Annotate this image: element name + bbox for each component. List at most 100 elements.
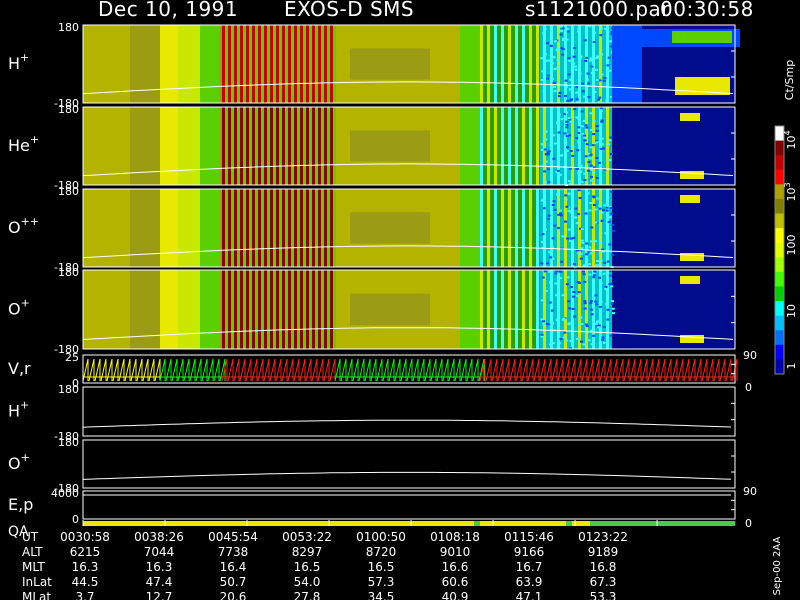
qa-bar-mark-2 bbox=[566, 521, 572, 526]
ephemeris-inlat-value-2: 47.4 bbox=[146, 575, 173, 589]
y-top-tick-4: 180 bbox=[58, 266, 79, 279]
panel-label-6: H+ bbox=[8, 399, 29, 421]
colorbar-cell-17 bbox=[775, 359, 784, 375]
colorbar-cell-12 bbox=[775, 286, 784, 302]
colorbar-cell-2 bbox=[775, 140, 784, 156]
y-top-tick-8: 4000 bbox=[51, 487, 79, 500]
ephemeris-mlt-value-8: 16.8 bbox=[590, 560, 617, 574]
colorbar-tick-1: 1 bbox=[785, 363, 798, 370]
spectrogram-panel-3 bbox=[82, 189, 735, 269]
y-top-tick-6: 180 bbox=[58, 383, 79, 396]
y-top-tick-7: 180 bbox=[58, 436, 79, 449]
ephemeris-ut-value-5: 0100:50 bbox=[356, 530, 406, 544]
ephemeris-inlat-value-4: 54.0 bbox=[294, 575, 321, 589]
colorbar-cell-8 bbox=[775, 228, 784, 244]
colorbar-cell-9 bbox=[775, 242, 784, 258]
colorbar-cell-13 bbox=[775, 301, 784, 317]
y-top-tick-3: 180 bbox=[58, 185, 79, 198]
colorbar-cell-10 bbox=[775, 257, 784, 273]
ephemeris-mlat-value-4: 27.8 bbox=[294, 590, 321, 600]
qa-bar-mark-1 bbox=[474, 521, 480, 526]
y-top-tick-1: 180 bbox=[58, 21, 79, 34]
y-top-tick-2: 180 bbox=[58, 103, 79, 116]
right-top-tick-8: 90 bbox=[743, 485, 757, 498]
ephemeris-mlat-value-2: 12.7 bbox=[146, 590, 173, 600]
ephemeris-mlat-value-8: 53.3 bbox=[590, 590, 617, 600]
ephemeris-mlat-value-1: 3.7 bbox=[75, 590, 94, 600]
ephemeris-row-label-mlat: MLat bbox=[22, 590, 51, 600]
ephemeris-inlat-value-5: 57.3 bbox=[368, 575, 395, 589]
colorbar-cell-3 bbox=[775, 155, 784, 171]
line-trace-1 bbox=[82, 419, 732, 428]
ephemeris-mlt-value-6: 16.6 bbox=[442, 560, 469, 574]
ephemeris-mlt-value-4: 16.5 bbox=[294, 560, 321, 574]
ephemeris-ut-value-4: 0053:22 bbox=[282, 530, 332, 544]
ephemeris-alt-value-2: 7044 bbox=[144, 545, 175, 559]
right-bottom-tick-8: 0 bbox=[745, 517, 752, 530]
ephemeris-mlt-value-3: 16.4 bbox=[220, 560, 247, 574]
ephemeris-row-label-mlt: MLT bbox=[22, 560, 45, 574]
spectrogram-panel-2 bbox=[82, 107, 735, 186]
ephemeris-mlat-value-5: 34.5 bbox=[368, 590, 395, 600]
ephemeris-inlat-value-6: 60.6 bbox=[442, 575, 469, 589]
ephemeris-ut-value-8: 0123:22 bbox=[578, 530, 628, 544]
colorbar-tick-4: 103 bbox=[783, 182, 798, 201]
panel-frame-7 bbox=[82, 439, 736, 489]
colorbar-cell-14 bbox=[775, 315, 784, 331]
right-top-tick-5: 90 bbox=[743, 349, 757, 362]
colorbar-cell-16 bbox=[775, 344, 784, 360]
mode-panel bbox=[82, 358, 738, 382]
panel-label-3: O++ bbox=[8, 215, 39, 237]
ephemeris-ut-value-7: 0115:46 bbox=[504, 530, 554, 544]
colorbar-cell-7 bbox=[775, 213, 784, 229]
ephemeris-alt-value-5: 8720 bbox=[366, 545, 397, 559]
ephemeris-alt-value-4: 8297 bbox=[292, 545, 323, 559]
colorbar-cell-15 bbox=[775, 330, 784, 346]
colorbar-unit: Ct/Smp bbox=[783, 60, 796, 100]
colorbar-tick-3: 100 bbox=[785, 235, 798, 256]
y-top-tick-5: 25 bbox=[65, 351, 79, 364]
line-trace-2 bbox=[82, 471, 732, 480]
colorbar-cell-11 bbox=[775, 271, 784, 287]
right-bottom-tick-5: 0 bbox=[745, 381, 752, 394]
y-bottom-tick-8: 0 bbox=[72, 513, 79, 526]
ephemeris-mlat-value-7: 47.1 bbox=[516, 590, 543, 600]
ephemeris-ut-value-3: 0045:54 bbox=[208, 530, 258, 544]
ephemeris-alt-value-6: 9010 bbox=[440, 545, 471, 559]
ephemeris-mlt-value-7: 16.7 bbox=[516, 560, 543, 574]
qa-bar-green bbox=[590, 521, 735, 526]
ephemeris-ut-value-2: 0038:26 bbox=[134, 530, 184, 544]
side-note: Sep-00 2AA bbox=[772, 537, 783, 596]
ephemeris-inlat-value-7: 63.9 bbox=[516, 575, 543, 589]
ephemeris-alt-value-8: 9189 bbox=[588, 545, 619, 559]
panel-frame-6 bbox=[82, 386, 736, 437]
panel-label-1: H+ bbox=[8, 51, 29, 73]
panel-label-7: O+ bbox=[8, 451, 30, 473]
spectrogram-figure: H+180-180He+180-180O++180-180O+180-180V,… bbox=[8, 21, 798, 600]
panel-label-4: O+ bbox=[8, 297, 30, 319]
colorbar-tick-5: 104 bbox=[783, 130, 798, 149]
ephemeris-ut-value-6: 0108:18 bbox=[430, 530, 480, 544]
ephemeris-mlat-value-6: 40.9 bbox=[442, 590, 469, 600]
ephemeris-row-label-alt: ALT bbox=[22, 545, 43, 559]
ephemeris-mlat-value-3: 20.6 bbox=[220, 590, 247, 600]
ephemeris-alt-value-1: 6215 bbox=[70, 545, 101, 559]
panel-label-2: He+ bbox=[8, 133, 39, 155]
ephemeris-inlat-value-8: 67.3 bbox=[590, 575, 617, 589]
ephemeris-row-label-inlat: InLat bbox=[22, 575, 52, 589]
ephemeris-mlt-value-5: 16.5 bbox=[368, 560, 395, 574]
colorbar-cell-6 bbox=[775, 198, 784, 215]
panel-label-5: V,r bbox=[8, 359, 31, 378]
spectrogram-panel-1 bbox=[82, 25, 740, 104]
panel-label-8: E,p bbox=[8, 495, 33, 514]
ephemeris-row-label-ut: UT bbox=[22, 530, 39, 544]
spectrogram-panel-4 bbox=[82, 270, 735, 350]
ephemeris-alt-value-7: 9166 bbox=[514, 545, 545, 559]
ephemeris-ut-value-1: 0030:58 bbox=[60, 530, 110, 544]
ephemeris-inlat-value-3: 50.7 bbox=[220, 575, 247, 589]
ephemeris-mlt-value-1: 16.3 bbox=[72, 560, 99, 574]
ephemeris-inlat-value-1: 44.5 bbox=[72, 575, 99, 589]
ephemeris-alt-value-3: 7738 bbox=[218, 545, 249, 559]
colorbar-tick-2: 10 bbox=[785, 304, 798, 318]
ephemeris-mlt-value-2: 16.3 bbox=[146, 560, 173, 574]
